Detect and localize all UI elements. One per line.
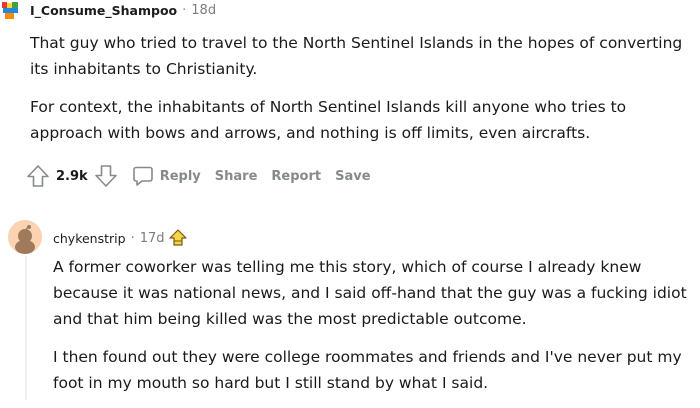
thread-line[interactable] — [25, 256, 27, 400]
report-button[interactable]: Report — [271, 169, 321, 184]
share-label: Share — [214, 168, 258, 184]
username[interactable]: chykenstrip — [53, 231, 126, 246]
comment-actions: 2.9k Reply Share Report Save — [26, 164, 385, 188]
reply-label: Reply — [159, 168, 201, 184]
save-button[interactable]: Save — [335, 169, 370, 184]
vote-score: 2.9k — [56, 168, 88, 184]
comment-paragraph: For context, the inhabitants of North Se… — [30, 94, 700, 146]
comment-body: A former coworker was telling me this st… — [53, 254, 700, 408]
comment-paragraph: A former coworker was telling me this st… — [53, 254, 700, 332]
username[interactable]: I_Consume_Shampoo — [30, 3, 177, 18]
report-label: Report — [271, 168, 322, 184]
text-line: I then found out they were college roomm… — [53, 348, 682, 366]
reply-button[interactable]: Reply — [132, 165, 201, 187]
text-line: approach with bows and arrows, and nothi… — [30, 124, 591, 142]
arrow-up-icon[interactable] — [26, 164, 50, 188]
text-line: For context, the inhabitants of North Se… — [30, 98, 627, 116]
award-icon[interactable] — [167, 228, 189, 248]
timestamp[interactable]: 17d — [140, 231, 165, 246]
text-line: That guy who tried to travel to the Nort… — [30, 34, 683, 52]
text-line: its inhabitants to Christianity. — [30, 60, 258, 78]
arrow-down-icon[interactable] — [94, 164, 118, 188]
text-line: because it was national news, and I said… — [53, 284, 687, 302]
share-button[interactable]: Share — [215, 169, 258, 184]
comment-paragraph: That guy who tried to travel to the Nort… — [30, 30, 700, 82]
separator: · — [130, 230, 135, 246]
speech-bubble-icon — [132, 165, 154, 187]
text-line: foot in my mouth so hard but I still sta… — [53, 374, 489, 392]
comment-header: chykenstrip · 17d — [53, 228, 189, 248]
comment-header: I_Consume_Shampoo · 18d — [30, 3, 216, 18]
save-label: Save — [335, 168, 371, 184]
comment-body: That guy who tried to travel to the Nort… — [30, 30, 700, 158]
text-line: A former coworker was telling me this st… — [53, 258, 642, 276]
comment-paragraph: I then found out they were college roomm… — [53, 344, 700, 396]
timestamp[interactable]: 18d — [191, 3, 216, 18]
text-line: and that him being killed was the most p… — [53, 310, 527, 328]
separator: · — [182, 3, 187, 18]
avatar[interactable] — [0, 0, 22, 22]
avatar[interactable] — [8, 220, 42, 254]
